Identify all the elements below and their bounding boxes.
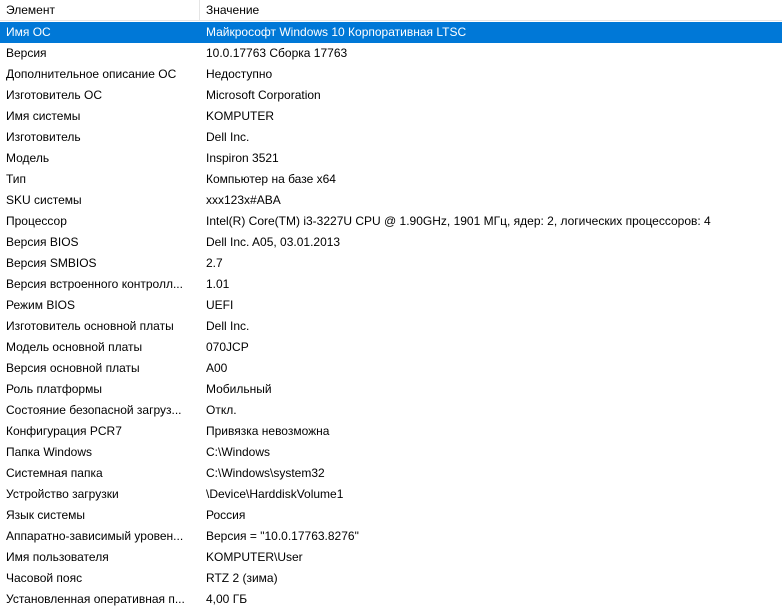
value-cell: A00 <box>206 361 228 375</box>
element-cell: Имя пользователя <box>6 550 109 564</box>
element-cell: Тип <box>6 172 27 186</box>
table-row[interactable]: Имя системы KOMPUTER <box>0 106 782 127</box>
value-cell: RTZ 2 (зима) <box>206 571 278 585</box>
element-cell: Устройство загрузки <box>6 487 119 501</box>
element-cell: Модель основной платы <box>6 340 143 354</box>
element-cell: Версия <box>6 46 47 60</box>
value-cell: Россия <box>206 508 246 522</box>
table-row[interactable]: Модель Inspiron 3521 <box>0 148 782 169</box>
table-row[interactable]: Тип Компьютер на базе x64 <box>0 169 782 190</box>
table-row[interactable]: Дополнительное описание ОС Недоступно <box>0 64 782 85</box>
element-cell: Имя системы <box>6 109 81 123</box>
table-row[interactable]: Изготовитель основной платы Dell Inc. <box>0 316 782 337</box>
value-cell: UEFI <box>206 298 234 312</box>
value-cell: Dell Inc. A05, 03.01.2013 <box>206 235 341 249</box>
value-cell: Microsoft Corporation <box>206 88 321 102</box>
value-cell: Компьютер на базе x64 <box>206 172 336 186</box>
element-cell: Режим BIOS <box>6 298 76 312</box>
element-cell: Версия SMBIOS <box>6 256 97 270</box>
table-row[interactable]: Изготовитель ОС Microsoft Corporation <box>0 85 782 106</box>
system-summary-list: Имя ОС Майкрософт Windows 10 Корпоративна… <box>0 22 782 610</box>
element-cell: Папка Windows <box>6 445 92 459</box>
value-cell: 2.7 <box>206 256 223 270</box>
element-cell: Модель <box>6 151 50 165</box>
value-cell: Intel(R) Core(TM) i3-3227U CPU @ 1.90GHz… <box>206 214 711 228</box>
table-row[interactable]: Установленная оперативная п... 4,00 ГБ <box>0 589 782 610</box>
table-row[interactable]: SKU системы xxx123x#ABA <box>0 190 782 211</box>
table-row[interactable]: Изготовитель Dell Inc. <box>0 127 782 148</box>
element-cell: Изготовитель основной платы <box>6 319 174 333</box>
value-cell: Привязка невозможна <box>206 424 330 438</box>
element-cell: Состояние безопасной загруз... <box>6 403 182 417</box>
value-cell: 070JCP <box>206 340 249 354</box>
table-row[interactable]: Конфигурация PCR7 Привязка невозможна <box>0 421 782 442</box>
table-row[interactable]: Системная папка C:\Windows\system32 <box>0 463 782 484</box>
element-cell: Роль платформы <box>6 382 102 396</box>
value-cell: Inspiron 3521 <box>206 151 279 165</box>
value-cell: C:\Windows <box>206 445 271 459</box>
table-row[interactable]: Роль платформы Мобильный <box>0 379 782 400</box>
column-header-value[interactable]: Значение <box>200 0 782 20</box>
value-cell: 4,00 ГБ <box>206 592 248 606</box>
table-row[interactable]: Язык системы Россия <box>0 505 782 526</box>
element-cell: Аппаратно-зависимый уровен... <box>6 529 184 543</box>
element-cell: SKU системы <box>6 193 82 207</box>
column-header-element[interactable]: Элемент <box>0 0 200 20</box>
table-row[interactable]: Версия 10.0.17763 Сборка 17763 <box>0 43 782 64</box>
element-cell: Версия встроенного контролл... <box>6 277 183 291</box>
table-row[interactable]: Версия основной платы A00 <box>0 358 782 379</box>
element-cell: Изготовитель <box>6 130 81 144</box>
element-cell: Системная папка <box>6 466 103 480</box>
value-cell: Версия = "10.0.17763.8276" <box>206 529 359 543</box>
element-cell: Дополнительное описание ОС <box>6 67 177 81</box>
table-row[interactable]: Модель основной платы 070JCP <box>0 337 782 358</box>
element-cell: Версия основной платы <box>6 361 140 375</box>
table-row[interactable]: Устройство загрузки \Device\HarddiskVolum… <box>0 484 782 505</box>
value-cell: Dell Inc. <box>206 130 250 144</box>
element-cell: Версия BIOS <box>6 235 79 249</box>
value-cell: Мобильный <box>206 382 272 396</box>
element-cell: Имя ОС <box>6 25 51 39</box>
table-header: Элемент Значение <box>0 0 782 21</box>
table-row[interactable]: Имя пользователя KOMPUTER\User <box>0 547 782 568</box>
element-cell: Часовой пояс <box>6 571 83 585</box>
value-cell: C:\Windows\system32 <box>206 466 325 480</box>
value-cell: 10.0.17763 Сборка 17763 <box>206 46 348 60</box>
element-cell: Установленная оперативная п... <box>6 592 185 606</box>
element-cell: Изготовитель ОС <box>6 88 102 102</box>
table-row[interactable]: Режим BIOS UEFI <box>0 295 782 316</box>
value-cell: KOMPUTER <box>206 109 275 123</box>
table-row[interactable]: Процессор Intel(R) Core(TM) i3-3227U CPU … <box>0 211 782 232</box>
table-row[interactable]: Версия встроенного контролл... 1.01 <box>0 274 782 295</box>
value-cell: KOMPUTER\User <box>206 550 303 564</box>
value-cell: Недоступно <box>206 67 273 81</box>
value-cell: Откл. <box>206 403 237 417</box>
value-cell: Dell Inc. <box>206 319 250 333</box>
table-row[interactable]: Аппаратно-зависимый уровен... Версия = "1… <box>0 526 782 547</box>
value-cell: 1.01 <box>206 277 230 291</box>
table-row[interactable]: Состояние безопасной загруз... Откл. <box>0 400 782 421</box>
element-cell: Конфигурация PCR7 <box>6 424 122 438</box>
table-row[interactable]: Имя ОС Майкрософт Windows 10 Корпоративна… <box>0 22 782 43</box>
value-cell: \Device\HarddiskVolume1 <box>206 487 344 501</box>
element-cell: Язык системы <box>6 508 85 522</box>
element-cell: Процессор <box>6 214 67 228</box>
value-cell: Майкрософт Windows 10 Корпоративная LTSC <box>206 25 467 39</box>
table-row[interactable]: Версия SMBIOS 2.7 <box>0 253 782 274</box>
value-cell: xxx123x#ABA <box>206 193 281 207</box>
table-row[interactable]: Версия BIOS Dell Inc. A05, 03.01.2013 <box>0 232 782 253</box>
table-row[interactable]: Папка Windows C:\Windows <box>0 442 782 463</box>
table-row[interactable]: Часовой пояс RTZ 2 (зима) <box>0 568 782 589</box>
